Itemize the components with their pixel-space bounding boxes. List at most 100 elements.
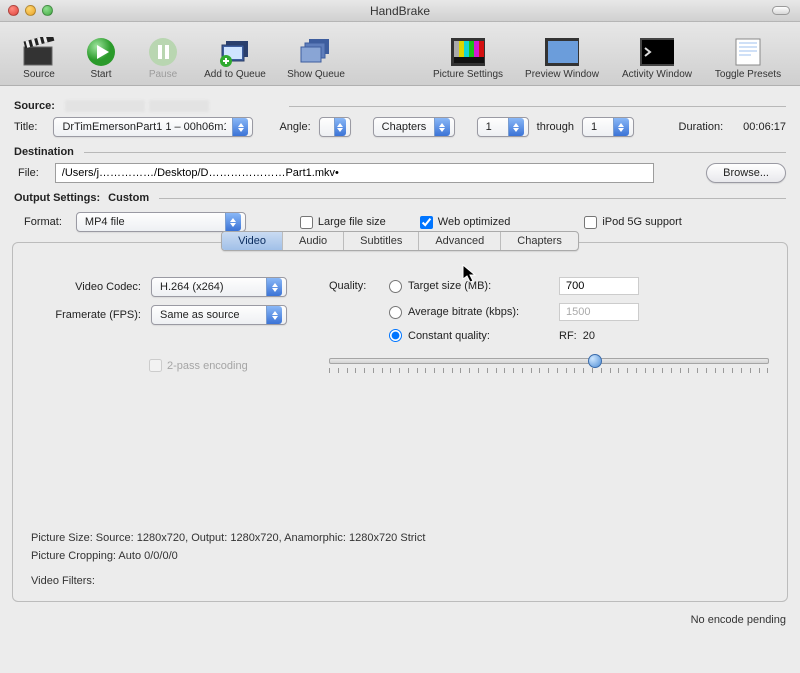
- duration-label: Duration:: [679, 121, 724, 133]
- destination-head: Destination: [14, 146, 74, 158]
- chapter-from-value: 1: [486, 121, 502, 133]
- quality-slider[interactable]: [329, 358, 769, 380]
- updown-icon: [434, 118, 450, 136]
- browse-button[interactable]: Browse...: [706, 163, 786, 183]
- tab-chapters[interactable]: Chapters: [501, 232, 578, 250]
- toolbar-label: Add to Queue: [204, 69, 266, 80]
- large-file-checkbox[interactable]: Large file size: [300, 216, 386, 229]
- duration-value: 00:06:17: [743, 121, 786, 133]
- tab-subtitles[interactable]: Subtitles: [344, 232, 419, 250]
- through-label: through: [537, 121, 574, 133]
- toolbar-label: Activity Window: [622, 69, 692, 80]
- tab-advanced[interactable]: Advanced: [419, 232, 501, 250]
- titlebar: HandBrake: [0, 0, 800, 22]
- radio-constant-quality[interactable]: Constant quality:: [389, 329, 559, 342]
- file-row: File: Browse...: [14, 160, 786, 186]
- quality-cq-row: Constant quality: RF: 20: [329, 329, 769, 342]
- drawer-icon: [731, 35, 765, 69]
- title-row: Title: DrTimEmersonPart1 1 – 00h06m17s A…: [14, 114, 786, 140]
- range-mode-select[interactable]: Chapters: [373, 117, 455, 137]
- tab-video[interactable]: Video: [222, 232, 283, 250]
- format-select[interactable]: MP4 file: [76, 212, 246, 232]
- slider-thumb[interactable]: [588, 354, 602, 368]
- status-bar: No encode pending: [0, 608, 800, 630]
- panel-footer: Picture Size: Source: 1280x720, Output: …: [31, 530, 769, 591]
- preview-window-icon: [545, 35, 579, 69]
- clapper-icon: [22, 35, 56, 69]
- toolbar-source[interactable]: Source: [8, 26, 70, 82]
- quality-bitrate-row: Average bitrate (kbps):: [329, 303, 769, 321]
- toolbar-label: Show Queue: [287, 69, 345, 80]
- output-head: Output Settings:: [14, 192, 100, 204]
- toolbar-toggle-presets[interactable]: Toggle Presets: [704, 26, 792, 82]
- rf-label: RF:: [559, 330, 577, 342]
- picture-size-info: Picture Size: Source: 1280x720, Output: …: [31, 530, 769, 548]
- tab-audio[interactable]: Audio: [283, 232, 344, 250]
- browse-button-label: Browse...: [723, 167, 769, 179]
- framerate-label: Framerate (FPS):: [31, 309, 141, 321]
- toolbar-add-to-queue[interactable]: Add to Queue: [194, 26, 276, 82]
- video-codec-select[interactable]: H.264 (x264): [151, 277, 287, 297]
- source-name-redacted: [65, 100, 145, 112]
- toolbar-label: Source: [23, 69, 55, 80]
- updown-icon: [508, 118, 524, 136]
- updown-icon: [334, 118, 346, 136]
- target-size-input[interactable]: [559, 277, 639, 295]
- source-name-redacted-2: [149, 100, 209, 112]
- add-to-queue-icon: [218, 35, 252, 69]
- format-label: Format:: [24, 216, 62, 228]
- toolbar-label: Preview Window: [525, 69, 599, 80]
- toolbar-label: Picture Settings: [433, 69, 503, 80]
- title-label: Title:: [14, 121, 37, 133]
- chapter-to-select[interactable]: 1: [582, 117, 634, 137]
- updown-icon: [266, 306, 282, 324]
- avg-bitrate-input[interactable]: [559, 303, 639, 321]
- video-tab-content: Video Codec: H.264 (x264) Framerate (FPS…: [31, 255, 769, 380]
- framerate-select[interactable]: Same as source: [151, 305, 287, 325]
- slider-ticks: [329, 368, 769, 380]
- file-input[interactable]: [55, 163, 654, 183]
- toolbar-start[interactable]: Start: [70, 26, 132, 82]
- pause-icon: [146, 35, 180, 69]
- range-mode-value: Chapters: [382, 121, 428, 133]
- radio-label: Target size (MB):: [408, 280, 491, 292]
- updown-icon: [613, 118, 629, 136]
- web-optimized-checkbox[interactable]: Web optimized: [420, 216, 511, 229]
- chapter-from-select[interactable]: 1: [477, 117, 529, 137]
- radio-target-size[interactable]: Target size (MB):: [389, 280, 559, 293]
- video-codec-value: H.264 (x264): [160, 281, 260, 293]
- video-codec-row: Video Codec: H.264 (x264): [31, 277, 299, 297]
- toolbar-pause[interactable]: Pause: [132, 26, 194, 82]
- radio-label: Average bitrate (kbps):: [408, 306, 519, 318]
- chk-label: 2-pass encoding: [167, 360, 248, 372]
- play-icon: [84, 35, 118, 69]
- source-label: Source:: [14, 100, 55, 112]
- chk-label: iPod 5G support: [602, 216, 682, 228]
- video-codec-label: Video Codec:: [31, 281, 141, 293]
- toolbar-preview-window[interactable]: Preview Window: [514, 26, 610, 82]
- two-pass-checkbox[interactable]: 2-pass encoding: [149, 359, 248, 372]
- framerate-row: Framerate (FPS): Same as source: [31, 305, 299, 325]
- updown-icon: [225, 213, 241, 231]
- toolbar-activity-window[interactable]: Activity Window: [610, 26, 704, 82]
- ipod-support-checkbox[interactable]: iPod 5G support: [584, 216, 682, 229]
- framerate-value: Same as source: [160, 309, 260, 321]
- toolbar-picture-settings[interactable]: Picture Settings: [422, 26, 514, 82]
- section-destination: Destination: [14, 140, 786, 160]
- two-pass-row: 2-pass encoding: [149, 359, 299, 372]
- color-bars-icon: [451, 35, 485, 69]
- title-select[interactable]: DrTimEmersonPart1 1 – 00h06m17s: [53, 117, 253, 137]
- radio-avg-bitrate[interactable]: Average bitrate (kbps):: [389, 306, 559, 319]
- quality-label: Quality:: [329, 280, 389, 292]
- section-source: Source:: [14, 94, 786, 114]
- angle-select[interactable]: [319, 117, 351, 137]
- toolbar-label: Toggle Presets: [715, 69, 781, 80]
- chapter-to-value: 1: [591, 121, 607, 133]
- title-select-value: DrTimEmersonPart1 1 – 00h06m17s: [62, 121, 226, 133]
- tab-bar-container: Video Audio Subtitles Advanced Chapters: [13, 231, 787, 251]
- toolbar-show-queue[interactable]: Show Queue: [276, 26, 356, 82]
- format-value: MP4 file: [85, 216, 219, 228]
- updown-icon: [266, 278, 282, 296]
- toolbar-toggle-lozenge[interactable]: [772, 6, 790, 15]
- settings-panel: Video Audio Subtitles Advanced Chapters …: [12, 242, 788, 602]
